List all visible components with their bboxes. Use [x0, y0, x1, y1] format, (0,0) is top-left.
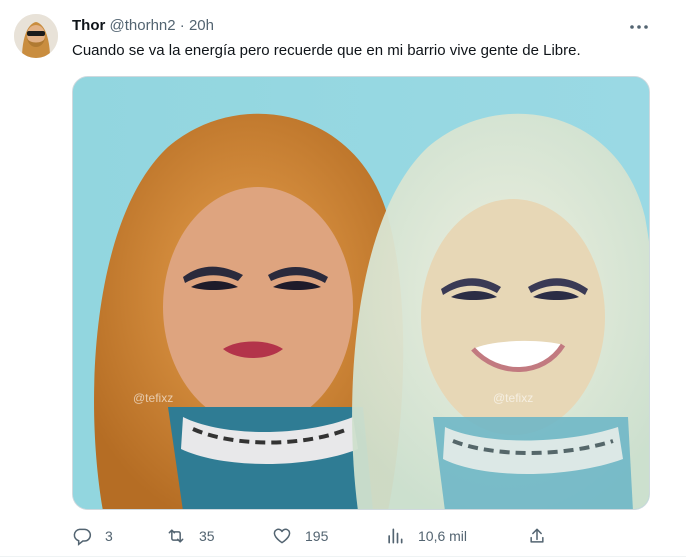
author-handle[interactable]: @thorhn2: [110, 17, 176, 34]
reply-count: 3: [105, 528, 113, 544]
reply-icon: [73, 528, 92, 546]
views-chart-icon: [388, 528, 403, 544]
avatar[interactable]: [14, 14, 58, 58]
views-button[interactable]: 10,6 mil: [385, 523, 467, 549]
reply-button[interactable]: 3: [72, 523, 113, 549]
tweet-media[interactable]: @tefixz @tefixz: [72, 76, 650, 510]
tweet-time[interactable]: 20h: [189, 17, 214, 34]
more-icon[interactable]: [626, 14, 652, 40]
avatar-image: [14, 14, 58, 58]
retweet-icon: [168, 529, 184, 543]
tweet-actions: 3 35 195 10,6 mil: [72, 523, 562, 549]
heart-icon: [273, 528, 291, 544]
watermark-left: @tefixz: [133, 391, 173, 405]
watermark-right: @tefixz: [493, 391, 533, 405]
tweet-text: Cuando se va la energía pero recuerde qu…: [72, 42, 581, 59]
author-name[interactable]: Thor: [72, 17, 105, 34]
like-button[interactable]: 195: [272, 523, 328, 549]
retweet-button[interactable]: 35: [166, 523, 215, 549]
separator-dot: ·: [179, 17, 185, 34]
views-count: 10,6 mil: [418, 528, 468, 544]
meme-image: @tefixz @tefixz: [73, 77, 649, 509]
tweet-header: Thor @thorhn2 · 20h: [72, 16, 214, 36]
retweet-count: 35: [199, 528, 215, 544]
share-icon: [530, 528, 544, 543]
share-button[interactable]: [527, 523, 547, 549]
like-count: 195: [305, 528, 329, 544]
tweet[interactable]: Thor @thorhn2 · 20h Cuando se va la ener…: [0, 0, 686, 557]
